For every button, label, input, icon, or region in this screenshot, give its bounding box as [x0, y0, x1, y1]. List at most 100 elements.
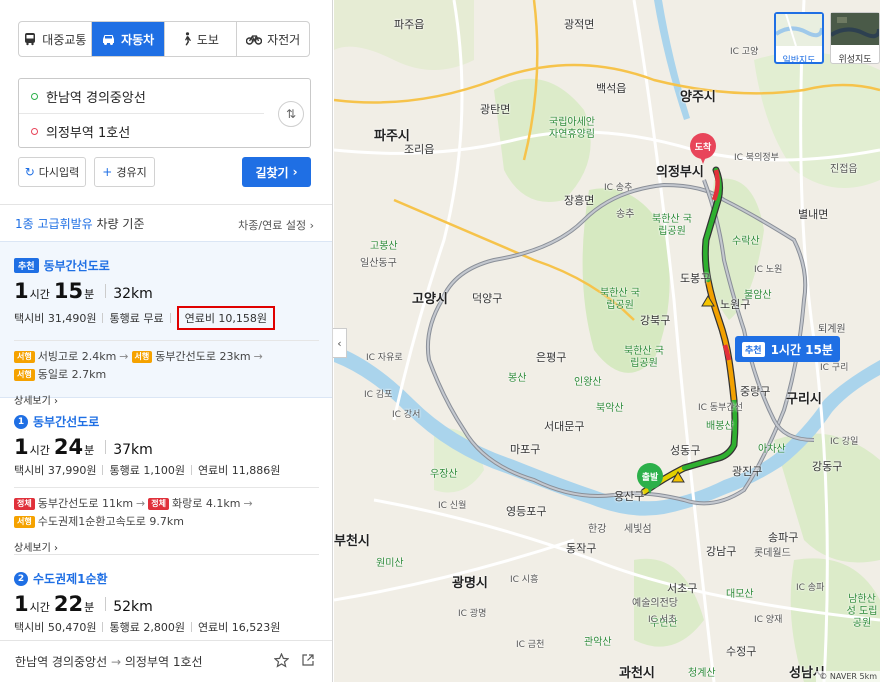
- traffic-tag: 서행: [14, 369, 35, 381]
- route-panel: 대중교통 자동차 도보 자전거 한남역 경의중앙선 의정부역 1호선 ⇅ ↻ 다…: [0, 0, 333, 682]
- map-type-satellite-label: 위성지도: [838, 55, 872, 65]
- destination-field[interactable]: 의정부역 1호선: [19, 114, 264, 149]
- add-waypoint-button[interactable]: + 경유지: [94, 157, 155, 187]
- toll-fee: 통행료 2,800원: [109, 621, 185, 634]
- destination-pin[interactable]: 도착: [690, 133, 716, 165]
- map-district-label: 은평구: [536, 351, 567, 364]
- reset-button[interactable]: ↻ 다시입력: [18, 157, 86, 187]
- detail-link[interactable]: 상세보기 ›: [14, 539, 332, 554]
- recommended-route-label[interactable]: 추천 1시간 15분: [735, 336, 840, 362]
- vehicle-setting-label: 차종/연료 설정: [238, 219, 307, 232]
- map-ic-label: IC 강일: [830, 437, 859, 447]
- separator: [105, 284, 107, 298]
- route-index-badge: 2: [14, 571, 28, 586]
- arrow-right-icon: →: [136, 497, 146, 510]
- road-segment: 동부간선도로 23km: [155, 350, 251, 363]
- map-district-label: 성동구: [670, 444, 701, 457]
- fuel-cost-highlighted: 연료비 10,158원: [176, 306, 276, 330]
- route-footer: 한남역 경의중앙선 → 의정부역 1호선: [0, 640, 332, 682]
- map-ic-label: IC 시흥: [510, 575, 539, 585]
- tab-car-label: 자동차: [121, 32, 155, 47]
- map-ic-label: IC 동부간선: [698, 403, 743, 413]
- origin-dot-icon: [31, 92, 38, 100]
- map-district-label: 일산동구: [360, 258, 397, 269]
- plus-icon: +: [102, 165, 113, 179]
- origin-pin[interactable]: 출발: [637, 463, 663, 495]
- map-park-label: 아차산: [758, 444, 786, 455]
- recommended-time: 1시간 15분: [770, 342, 833, 357]
- tab-transit-label: 대중교통: [42, 32, 87, 47]
- footer-origin: 한남역 경의중앙선: [15, 655, 108, 669]
- chevron-right-icon: ›: [54, 396, 58, 407]
- arrow-right-icon: →: [110, 654, 122, 669]
- map-park-label: 관악산: [584, 637, 612, 648]
- pin-tail: [646, 484, 654, 494]
- find-route-button[interactable]: 길찾기 ›: [242, 157, 311, 187]
- map-district-label: 롯데월드: [754, 548, 791, 559]
- fuel-type[interactable]: 1종 고급휘발유: [15, 217, 93, 231]
- map-type-normal-label: 일반지도: [782, 56, 816, 66]
- map-ic-label: IC 금천: [516, 640, 545, 650]
- road-segment: 동부간선도로 11km: [37, 497, 134, 510]
- taxi-fare: 택시비 31,490원: [14, 312, 97, 325]
- duration-hours: 1: [14, 279, 29, 303]
- traffic-tag: 서행: [14, 516, 35, 528]
- map-district-label: 퇴계원: [818, 324, 846, 335]
- map-ic-label: IC 양재: [754, 615, 783, 625]
- traffic-tag: 서행: [14, 351, 35, 363]
- tab-walk[interactable]: 도보: [165, 22, 238, 56]
- map-park-label: 인왕산: [574, 377, 602, 388]
- share-icon[interactable]: [301, 653, 315, 671]
- map-park-label: 대모산: [726, 589, 754, 600]
- route-option-1[interactable]: 1 동부간선도로 1 시간 24 분 37km 택시비 37,990원 통행료 1,…: [0, 413, 332, 554]
- chevron-right-icon: ›: [309, 219, 314, 232]
- star-icon[interactable]: [273, 652, 290, 671]
- normal-map-icon: [774, 13, 824, 47]
- map-district-label: 광진구: [732, 465, 763, 478]
- arrow-right-icon: →: [243, 497, 253, 510]
- map-park-label: 남한산성 도립공원: [846, 594, 878, 629]
- panel-collapse-button[interactable]: ‹: [333, 328, 347, 358]
- origin-field[interactable]: 한남역 경의중앙선: [19, 79, 264, 114]
- detail-link[interactable]: 상세보기 ›: [14, 392, 332, 407]
- walk-icon: [182, 32, 192, 46]
- duration-hours: 1: [14, 592, 29, 616]
- map-view[interactable]: 양주시 파주시 의정부시 고양시 구리시 광명시 과천시 성남시 부천시 파주읍…: [334, 0, 880, 682]
- vehicle-criteria: 1종 고급휘발유 차량 기준: [15, 215, 145, 232]
- bike-icon: [246, 33, 263, 45]
- map-district-label: 백석읍: [596, 82, 627, 95]
- chevron-left-icon: ‹: [337, 336, 342, 350]
- map-ic-label: IC 노원: [754, 265, 783, 275]
- map-park-label: 청계산: [688, 668, 716, 679]
- reset-label: 다시입력: [38, 166, 80, 179]
- map-district-label: 서대문구: [544, 420, 585, 433]
- chevron-right-icon: ›: [54, 543, 58, 554]
- taxi-fare: 택시비 50,470원: [14, 621, 97, 634]
- tab-car[interactable]: 자동차: [91, 22, 165, 56]
- traffic-tag: 정체: [14, 498, 35, 510]
- arrow-right-icon: →: [253, 350, 263, 363]
- swap-button[interactable]: ⇅: [278, 101, 304, 127]
- route-inputs: 한남역 경의중앙선 의정부역 1호선 ⇅: [18, 78, 311, 148]
- separator: [105, 597, 107, 611]
- vehicle-setting-link[interactable]: 차종/연료 설정 ›: [238, 217, 314, 233]
- road-segment: 화랑로 4.1km: [172, 497, 241, 510]
- map-copyright: © NAVER 5km: [816, 671, 880, 682]
- duration-minutes: 24: [53, 435, 84, 459]
- map-district-label: 광적면: [564, 18, 595, 31]
- map-district-label: 수정구: [726, 645, 757, 658]
- traffic-tag: 서행: [131, 351, 153, 363]
- fuel-cost: 연료비 16,523원: [197, 621, 281, 634]
- map-ic-label: IC 고양: [730, 47, 759, 57]
- taxi-fare: 택시비 37,990원: [14, 464, 97, 477]
- recommended-badge: 추천: [14, 258, 39, 273]
- map-type-normal[interactable]: 일반지도: [774, 12, 824, 66]
- map-district-label: 덕양구: [472, 292, 503, 305]
- route-option-2[interactable]: 2 수도권제1순환 1 시간 22 분 52km 택시비 50,470원 통행료 2…: [0, 570, 332, 634]
- map-type-satellite[interactable]: 위성지도: [829, 12, 880, 65]
- map-ic-label: IC 자유로: [366, 353, 403, 363]
- route-option-recommended[interactable]: 추천 동부간선도로 1 시간 15 분 32km 택시비 31,490원 통행료 무…: [0, 241, 332, 407]
- tab-bike[interactable]: 자전거: [237, 22, 309, 56]
- tab-transit[interactable]: 대중교통: [19, 22, 92, 56]
- map-ic-label: IC 강서: [392, 410, 421, 420]
